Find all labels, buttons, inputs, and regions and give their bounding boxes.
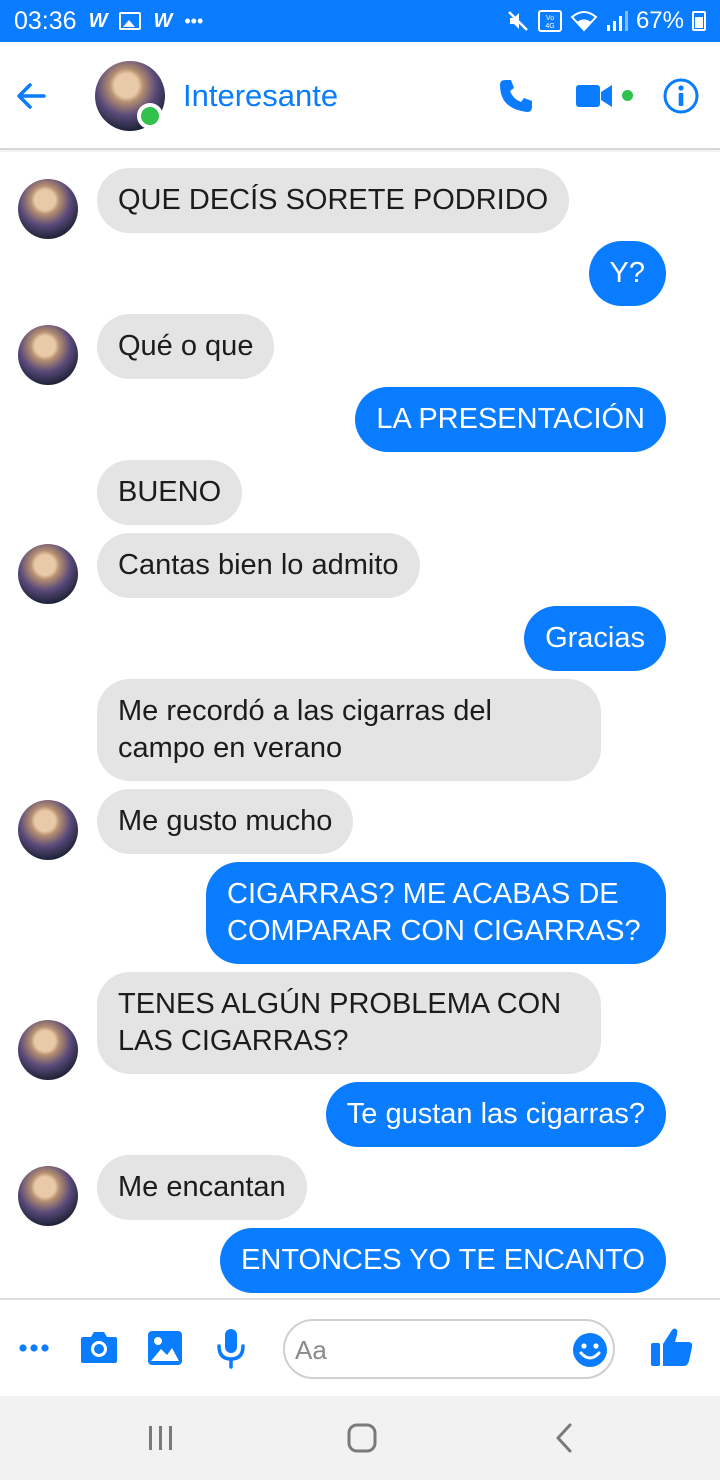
camera-icon[interactable] xyxy=(79,1329,119,1365)
message-text: ENTONCES YO TE ENCANTO xyxy=(241,1244,645,1276)
recent-apps-icon[interactable] xyxy=(146,1425,176,1451)
message-incoming[interactable]: Me encantan xyxy=(97,1155,307,1220)
message-text: Gracias xyxy=(545,622,645,654)
message-incoming[interactable]: QUE DECÍS SORETE PODRIDO xyxy=(97,168,570,233)
message-composer xyxy=(0,1298,720,1396)
message-text: Y? xyxy=(609,257,645,289)
message-text: Qué o que xyxy=(118,330,254,362)
message-incoming[interactable]: BUENO xyxy=(97,460,243,525)
message-outgoing[interactable]: ENTONCES YO TE ENCANTO xyxy=(220,1228,666,1293)
message-text: Me gusto mucho xyxy=(118,805,333,837)
w-app-icon: W xyxy=(153,9,173,32)
sender-avatar xyxy=(18,800,78,860)
message-line: Me recordó a las cigarras del xyxy=(118,695,492,727)
volte-icon: Vo 4G xyxy=(537,10,562,32)
message-text: Te gustan las cigarras? xyxy=(346,1098,645,1130)
message-outgoing[interactable]: LA PRESENTACIÓN xyxy=(355,387,666,452)
mute-icon xyxy=(508,11,528,31)
sender-avatar xyxy=(18,1166,78,1226)
more-options-icon[interactable] xyxy=(18,1338,50,1358)
system-navigation-bar xyxy=(0,1396,720,1480)
svg-text:4G: 4G xyxy=(545,23,554,30)
home-icon[interactable] xyxy=(346,1422,378,1454)
sender-avatar xyxy=(18,325,78,385)
phone-call-icon[interactable] xyxy=(496,76,536,116)
conversation-header: Interesante xyxy=(0,42,720,150)
message-text: LA PRESENTACIÓN xyxy=(376,403,645,435)
wifi-icon xyxy=(570,11,598,32)
online-status-dot xyxy=(137,103,163,129)
sender-avatar xyxy=(18,544,78,604)
emoji-icon[interactable] xyxy=(571,1331,609,1369)
message-line: COMPARAR CON CIGARRAS? xyxy=(227,915,641,947)
message-incoming[interactable]: Me recordó a las cigarras del campo en v… xyxy=(97,679,601,781)
message-text: QUE DECÍS SORETE PODRIDO xyxy=(118,184,549,216)
message-input[interactable] xyxy=(295,1333,565,1367)
message-text: Cantas bien lo admito xyxy=(118,549,399,581)
message-outgoing[interactable]: CIGARRAS? ME ACABAS DE COMPARAR CON CIGA… xyxy=(206,862,666,964)
message-incoming[interactable]: Me gusto mucho xyxy=(97,789,354,854)
battery-percent: 67% xyxy=(635,7,684,34)
signal-icon xyxy=(606,11,628,31)
info-icon[interactable] xyxy=(662,77,700,115)
video-active-dot xyxy=(622,90,633,101)
message-line: LAS CIGARRAS? xyxy=(118,1025,349,1057)
svg-text:Vo: Vo xyxy=(546,15,554,22)
back-nav-icon[interactable] xyxy=(552,1422,576,1454)
battery-icon xyxy=(692,11,706,31)
contact-avatar[interactable] xyxy=(95,61,165,131)
sender-avatar xyxy=(18,179,78,239)
message-incoming[interactable]: Qué o que xyxy=(97,314,275,379)
message-text: Me encantan xyxy=(118,1171,286,1203)
message-line: campo en verano xyxy=(118,732,343,764)
back-arrow-icon xyxy=(17,83,46,109)
message-incoming[interactable]: Cantas bien lo admito xyxy=(97,533,420,598)
message-incoming[interactable]: TENES ALGÚN PROBLEMA CON LAS CIGARRAS? xyxy=(97,972,601,1074)
gallery-icon xyxy=(119,12,142,30)
message-outgoing[interactable]: Y? xyxy=(588,241,666,306)
message-text: BUENO xyxy=(118,476,222,508)
message-line: TENES ALGÚN PROBLEMA CON xyxy=(118,988,562,1020)
status-time: 03:36 xyxy=(14,6,77,35)
message-outgoing[interactable]: Te gustan las cigarras? xyxy=(325,1082,666,1147)
like-thumbs-up-icon[interactable] xyxy=(650,1326,694,1368)
message-input-box[interactable] xyxy=(283,1319,615,1379)
sender-avatar xyxy=(18,1020,78,1080)
status-bar: 03:36 W W ••• Vo 4G 67% xyxy=(0,0,720,42)
w-app-icon: W xyxy=(88,9,108,32)
message-list[interactable]: QUE DECÍS SORETE PODRIDO Y? Qué o que LA… xyxy=(0,152,720,1298)
more-icon: ••• xyxy=(184,10,204,31)
video-call-icon[interactable] xyxy=(574,78,614,114)
microphone-icon[interactable] xyxy=(215,1327,247,1369)
gallery-icon[interactable] xyxy=(147,1330,183,1366)
message-outgoing[interactable]: Gracias xyxy=(524,606,666,671)
contact-name[interactable]: Interesante xyxy=(183,78,338,114)
back-button[interactable] xyxy=(12,76,52,116)
message-line: CIGARRAS? ME ACABAS DE xyxy=(227,878,619,910)
